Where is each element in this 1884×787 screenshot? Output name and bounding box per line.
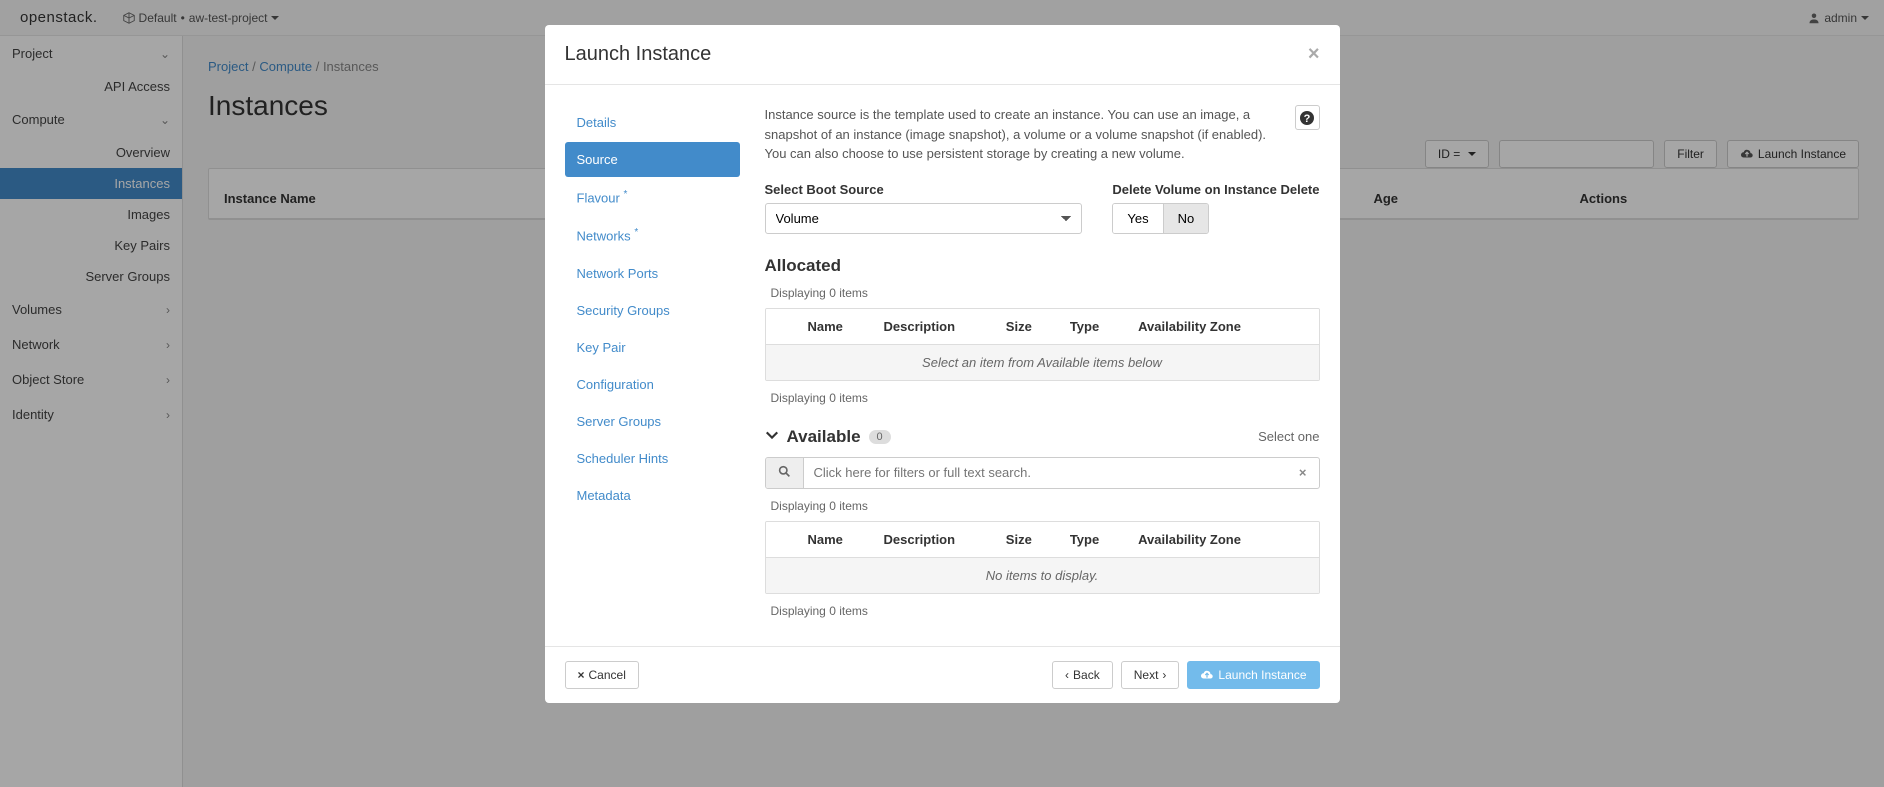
available-table: Name Description Size Type Availability … <box>765 521 1320 594</box>
available-empty: No items to display. <box>766 558 1319 593</box>
modal-overlay: Launch Instance × Details Source Flavour… <box>0 0 1884 787</box>
chevron-right-icon: › <box>1162 668 1166 682</box>
col-size[interactable]: Size <box>994 522 1058 558</box>
clear-search-icon[interactable]: × <box>1287 458 1319 488</box>
step-server-groups[interactable]: Server Groups <box>565 404 740 439</box>
available-heading: Available <box>787 427 861 447</box>
step-details[interactable]: Details <box>565 105 740 140</box>
chevron-left-icon: ‹ <box>1065 668 1069 682</box>
step-flavour[interactable]: Flavour * <box>565 179 740 215</box>
available-count-badge: 0 <box>869 430 891 444</box>
delete-volume-label: Delete Volume on Instance Delete <box>1112 182 1319 197</box>
col-name[interactable]: Name <box>796 522 872 558</box>
step-security-groups[interactable]: Security Groups <box>565 293 740 328</box>
search-icon[interactable] <box>766 458 804 488</box>
col-name[interactable]: Name <box>796 309 872 345</box>
delete-no-button[interactable]: No <box>1163 204 1209 233</box>
allocated-heading: Allocated <box>765 256 1320 276</box>
allocated-empty: Select an item from Available items belo… <box>766 345 1319 380</box>
select-one-text: Select one <box>1258 429 1319 444</box>
next-button[interactable]: Next › <box>1121 661 1180 689</box>
svg-text:?: ? <box>1304 113 1311 125</box>
boot-source-label: Select Boot Source <box>765 182 1083 197</box>
collapse-icon[interactable] <box>765 428 779 445</box>
step-networks[interactable]: Networks * <box>565 217 740 253</box>
step-network-ports[interactable]: Network Ports <box>565 256 740 291</box>
launch-instance-modal: Launch Instance × Details Source Flavour… <box>545 25 1340 703</box>
boot-source-select[interactable]: Volume <box>765 203 1083 234</box>
cancel-button[interactable]: × Cancel <box>565 661 639 689</box>
modal-title: Launch Instance <box>565 43 712 66</box>
launch-button[interactable]: Launch Instance <box>1187 661 1319 689</box>
step-source[interactable]: Source <box>565 142 740 177</box>
help-text: Instance source is the template used to … <box>765 105 1285 164</box>
col-type[interactable]: Type <box>1058 309 1126 345</box>
cloud-upload-icon <box>1200 668 1214 682</box>
col-size[interactable]: Size <box>994 309 1058 345</box>
search-row: × <box>765 457 1320 489</box>
step-scheduler-hints[interactable]: Scheduler Hints <box>565 441 740 476</box>
available-top-count: Displaying 0 items <box>771 499 1320 513</box>
help-icon[interactable]: ? <box>1295 105 1320 130</box>
delete-yes-button[interactable]: Yes <box>1113 204 1162 233</box>
wizard-steps: Details Source Flavour * Networks * Netw… <box>565 105 740 626</box>
allocated-table: Name Description Size Type Availability … <box>765 308 1320 381</box>
back-button[interactable]: ‹ Back <box>1052 661 1113 689</box>
allocated-top-count: Displaying 0 items <box>771 286 1320 300</box>
step-key-pair[interactable]: Key Pair <box>565 330 740 365</box>
col-az[interactable]: Availability Zone <box>1126 309 1288 345</box>
delete-volume-toggle: Yes No <box>1112 203 1209 234</box>
step-configuration[interactable]: Configuration <box>565 367 740 402</box>
col-description[interactable]: Description <box>872 309 994 345</box>
allocated-bottom-count: Displaying 0 items <box>771 391 1320 405</box>
close-icon: × <box>578 668 585 682</box>
search-input[interactable] <box>804 458 1287 488</box>
close-icon[interactable]: × <box>1308 43 1320 66</box>
available-bottom-count: Displaying 0 items <box>771 604 1320 618</box>
step-metadata[interactable]: Metadata <box>565 478 740 513</box>
required-icon: * <box>634 227 638 238</box>
col-type[interactable]: Type <box>1058 522 1126 558</box>
col-description[interactable]: Description <box>872 522 994 558</box>
required-icon: * <box>623 189 627 200</box>
col-az[interactable]: Availability Zone <box>1126 522 1288 558</box>
